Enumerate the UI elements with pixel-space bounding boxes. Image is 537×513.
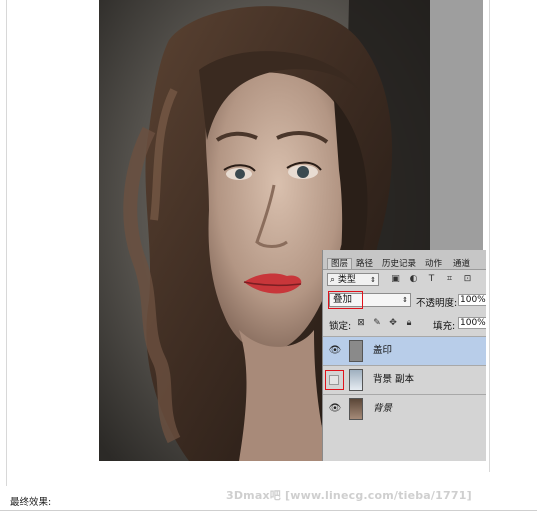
eye-icon[interactable]: 👁︎ <box>328 344 342 358</box>
chevron-updown-icon: ⇕ <box>370 276 376 284</box>
layer-thumbnail <box>349 340 363 362</box>
tab-layers[interactable]: 图层 <box>327 258 353 269</box>
layer-name: 盖印 <box>373 345 393 356</box>
layer-name: 背景 <box>373 403 393 414</box>
opacity-input[interactable]: 100% <box>458 294 486 306</box>
search-icon: ⌕ <box>330 275 336 285</box>
lock-transparent-pixels-icon[interactable]: ⊠ <box>356 318 366 328</box>
layer-row-background-copy[interactable]: 背景 副本 <box>323 365 486 394</box>
bottom-divider <box>0 510 537 511</box>
tab-channels[interactable]: 通道 <box>450 259 473 269</box>
layer-thumbnail <box>349 398 363 420</box>
layer-thumbnail <box>349 369 363 391</box>
tab-actions[interactable]: 动作 <box>422 259 445 269</box>
canvas-background <box>430 0 483 250</box>
tab-paths[interactable]: 路径 <box>353 259 376 269</box>
layer-kind-filter-select[interactable]: ⌕ 类型 ⇕ <box>327 273 379 286</box>
image-filter-icon[interactable]: ▣ <box>390 273 401 285</box>
lock-image-pixels-icon[interactable]: ✎ <box>372 318 382 328</box>
blend-mode-highlight-box <box>328 291 363 309</box>
shape-filter-icon[interactable]: ⌗ <box>444 273 455 285</box>
fill-label: 填充: <box>433 321 456 332</box>
page-frame-right <box>489 0 490 472</box>
layer-name: 背景 副本 <box>373 374 415 385</box>
panel-tab-bar: 图层 路径 历史记录 动作 通道 <box>323 250 486 270</box>
adjustment-filter-icon[interactable]: ◐ <box>408 273 419 285</box>
fill-input[interactable]: 100% <box>458 317 486 329</box>
visibility-highlight-box <box>325 370 344 390</box>
chevron-updown-icon: ⇕ <box>402 296 408 304</box>
caption-final-effect: 最终效果: <box>10 497 52 508</box>
lock-label: 锁定: <box>329 321 352 332</box>
eye-icon[interactable]: 👁︎ <box>328 402 342 416</box>
smart-object-filter-icon[interactable]: ⊡ <box>462 273 473 285</box>
page-frame-left <box>6 0 7 486</box>
tab-history[interactable]: 历史记录 <box>379 259 419 269</box>
lock-position-icon[interactable]: ✥ <box>388 318 398 328</box>
layers-panel: 图层 路径 历史记录 动作 通道 ⌕ 类型 ⇕ ▣ ◐ T ⌗ ⊡ 叠加 ⇕ 不… <box>322 250 486 461</box>
layer-row-stamp[interactable]: 👁︎ 盖印 <box>323 336 486 365</box>
layer-row-background[interactable]: 👁︎ 背景 <box>323 394 486 423</box>
kind-filter-label: 类型 <box>337 275 356 285</box>
type-filter-icon[interactable]: T <box>426 273 437 285</box>
watermark: 3Dmax吧 [www.linecg.com/tieba/1771] <box>226 489 472 502</box>
lock-all-icon[interactable]: 🔒︎ <box>404 318 414 328</box>
opacity-label: 不透明度: <box>416 298 458 309</box>
